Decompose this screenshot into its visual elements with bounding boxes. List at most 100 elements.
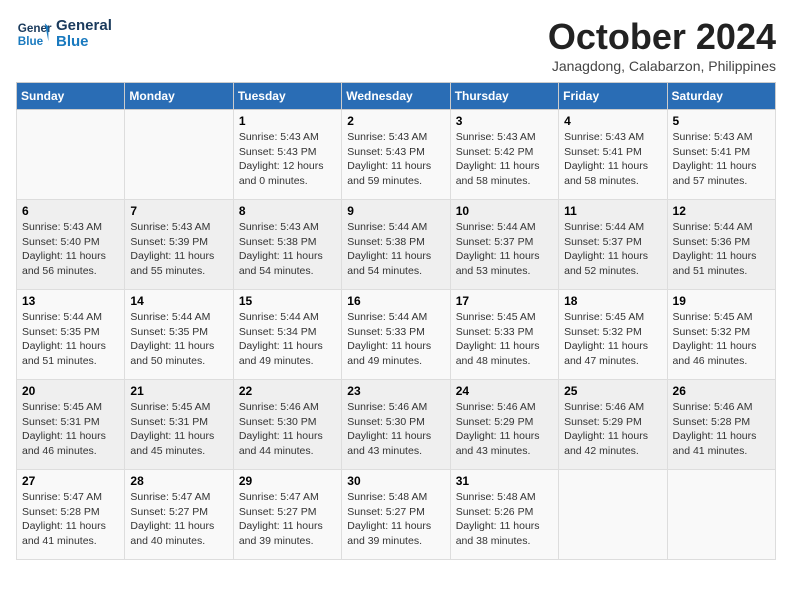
- day-number: 11: [564, 204, 661, 218]
- day-number: 27: [22, 474, 119, 488]
- calendar-cell: 5 Sunrise: 5:43 AM Sunset: 5:41 PM Daylig…: [667, 110, 775, 200]
- calendar-cell: 20 Sunrise: 5:45 AM Sunset: 5:31 PM Dayli…: [17, 380, 125, 470]
- calendar-cell: 15 Sunrise: 5:44 AM Sunset: 5:34 PM Dayli…: [233, 290, 341, 380]
- day-number: 3: [456, 114, 553, 128]
- day-info: Sunrise: 5:44 AM Sunset: 5:35 PM Dayligh…: [130, 310, 227, 369]
- day-info: Sunrise: 5:44 AM Sunset: 5:34 PM Dayligh…: [239, 310, 336, 369]
- calendar-cell: 9 Sunrise: 5:44 AM Sunset: 5:38 PM Daylig…: [342, 200, 450, 290]
- weekday-header-friday: Friday: [559, 83, 667, 110]
- calendar-cell: 3Sunrise: 5:43 AM Sunset: 5:42 PM Daylig…: [450, 110, 558, 200]
- calendar-cell: 27 Sunrise: 5:47 AM Sunset: 5:28 PM Dayli…: [17, 470, 125, 560]
- day-info: Sunrise: 5:47 AM Sunset: 5:27 PM Dayligh…: [130, 490, 227, 549]
- day-number: 4: [564, 114, 661, 128]
- day-info: Sunrise: 5:44 AM Sunset: 5:37 PM Dayligh…: [564, 220, 661, 279]
- calendar-cell: 22Sunrise: 5:46 AM Sunset: 5:30 PM Dayli…: [233, 380, 341, 470]
- calendar-cell: [667, 470, 775, 560]
- day-info: Sunrise: 5:47 AM Sunset: 5:28 PM Dayligh…: [22, 490, 119, 549]
- weekday-header-wednesday: Wednesday: [342, 83, 450, 110]
- day-number: 7: [130, 204, 227, 218]
- weekday-header-tuesday: Tuesday: [233, 83, 341, 110]
- day-number: 20: [22, 384, 119, 398]
- day-number: 26: [673, 384, 770, 398]
- day-number: 17: [456, 294, 553, 308]
- day-number: 14: [130, 294, 227, 308]
- day-info: Sunrise: 5:44 AM Sunset: 5:38 PM Dayligh…: [347, 220, 444, 279]
- svg-text:Blue: Blue: [18, 35, 44, 48]
- logo-blue: Blue: [56, 34, 112, 51]
- calendar-cell: 8 Sunrise: 5:43 AM Sunset: 5:38 PM Daylig…: [233, 200, 341, 290]
- weekday-header-saturday: Saturday: [667, 83, 775, 110]
- day-info: Sunrise: 5:43 AM Sunset: 5:41 PM Dayligh…: [673, 130, 770, 189]
- day-number: 18: [564, 294, 661, 308]
- calendar-cell: 26Sunrise: 5:46 AM Sunset: 5:28 PM Dayli…: [667, 380, 775, 470]
- calendar-cell: 31 Sunrise: 5:48 AM Sunset: 5:26 PM Dayli…: [450, 470, 558, 560]
- weekday-header-thursday: Thursday: [450, 83, 558, 110]
- day-info: Sunrise: 5:43 AM Sunset: 5:41 PM Dayligh…: [564, 130, 661, 189]
- day-info: Sunrise: 5:47 AM Sunset: 5:27 PM Dayligh…: [239, 490, 336, 549]
- month-title: October 2024: [548, 16, 776, 58]
- calendar-cell: [559, 470, 667, 560]
- calendar-cell: 23 Sunrise: 5:46 AM Sunset: 5:30 PM Dayli…: [342, 380, 450, 470]
- calendar-cell: 29 Sunrise: 5:47 AM Sunset: 5:27 PM Dayli…: [233, 470, 341, 560]
- day-info: Sunrise: 5:48 AM Sunset: 5:26 PM Dayligh…: [456, 490, 553, 549]
- day-info: Sunrise: 5:43 AM Sunset: 5:38 PM Dayligh…: [239, 220, 336, 279]
- day-number: 1: [239, 114, 336, 128]
- day-info: Sunrise: 5:43 AM Sunset: 5:39 PM Dayligh…: [130, 220, 227, 279]
- day-number: 16: [347, 294, 444, 308]
- logo-icon: General Blue: [16, 16, 52, 52]
- calendar-cell: 24Sunrise: 5:46 AM Sunset: 5:29 PM Dayli…: [450, 380, 558, 470]
- day-info: Sunrise: 5:44 AM Sunset: 5:37 PM Dayligh…: [456, 220, 553, 279]
- day-info: Sunrise: 5:45 AM Sunset: 5:31 PM Dayligh…: [130, 400, 227, 459]
- day-info: Sunrise: 5:48 AM Sunset: 5:27 PM Dayligh…: [347, 490, 444, 549]
- day-info: Sunrise: 5:45 AM Sunset: 5:31 PM Dayligh…: [22, 400, 119, 459]
- day-number: 24: [456, 384, 553, 398]
- day-number: 15: [239, 294, 336, 308]
- day-number: 8: [239, 204, 336, 218]
- day-number: 31: [456, 474, 553, 488]
- day-number: 28: [130, 474, 227, 488]
- calendar-cell: 19 Sunrise: 5:45 AM Sunset: 5:32 PM Dayli…: [667, 290, 775, 380]
- day-number: 23: [347, 384, 444, 398]
- page-header: General Blue General Blue October 2024 J…: [16, 16, 776, 74]
- calendar-cell: 13Sunrise: 5:44 AM Sunset: 5:35 PM Dayli…: [17, 290, 125, 380]
- day-number: 10: [456, 204, 553, 218]
- day-info: Sunrise: 5:44 AM Sunset: 5:36 PM Dayligh…: [673, 220, 770, 279]
- calendar-cell: 30 Sunrise: 5:48 AM Sunset: 5:27 PM Dayli…: [342, 470, 450, 560]
- weekday-header-monday: Monday: [125, 83, 233, 110]
- day-info: Sunrise: 5:46 AM Sunset: 5:30 PM Dayligh…: [239, 400, 336, 459]
- calendar-cell: 1 Sunrise: 5:43 AM Sunset: 5:43 PM Daylig…: [233, 110, 341, 200]
- location: Janagdong, Calabarzon, Philippines: [548, 58, 776, 74]
- day-number: 21: [130, 384, 227, 398]
- calendar-table: SundayMondayTuesdayWednesdayThursdayFrid…: [16, 82, 776, 560]
- calendar-cell: 17 Sunrise: 5:45 AM Sunset: 5:33 PM Dayli…: [450, 290, 558, 380]
- day-number: 29: [239, 474, 336, 488]
- calendar-cell: 11 Sunrise: 5:44 AM Sunset: 5:37 PM Dayli…: [559, 200, 667, 290]
- day-info: Sunrise: 5:43 AM Sunset: 5:40 PM Dayligh…: [22, 220, 119, 279]
- calendar-cell: [125, 110, 233, 200]
- day-number: 5: [673, 114, 770, 128]
- day-info: Sunrise: 5:45 AM Sunset: 5:33 PM Dayligh…: [456, 310, 553, 369]
- calendar-cell: 4 Sunrise: 5:43 AM Sunset: 5:41 PM Daylig…: [559, 110, 667, 200]
- calendar-cell: 6Sunrise: 5:43 AM Sunset: 5:40 PM Daylig…: [17, 200, 125, 290]
- day-info: Sunrise: 5:45 AM Sunset: 5:32 PM Dayligh…: [673, 310, 770, 369]
- calendar-cell: 28 Sunrise: 5:47 AM Sunset: 5:27 PM Dayli…: [125, 470, 233, 560]
- calendar-cell: 10 Sunrise: 5:44 AM Sunset: 5:37 PM Dayli…: [450, 200, 558, 290]
- calendar-cell: 12Sunrise: 5:44 AM Sunset: 5:36 PM Dayli…: [667, 200, 775, 290]
- calendar-cell: 21 Sunrise: 5:45 AM Sunset: 5:31 PM Dayli…: [125, 380, 233, 470]
- day-number: 13: [22, 294, 119, 308]
- day-number: 19: [673, 294, 770, 308]
- day-number: 9: [347, 204, 444, 218]
- day-number: 30: [347, 474, 444, 488]
- logo-general: General: [56, 18, 112, 35]
- day-info: Sunrise: 5:45 AM Sunset: 5:32 PM Dayligh…: [564, 310, 661, 369]
- day-info: Sunrise: 5:46 AM Sunset: 5:29 PM Dayligh…: [564, 400, 661, 459]
- calendar-cell: [17, 110, 125, 200]
- calendar-cell: 2Sunrise: 5:43 AM Sunset: 5:43 PM Daylig…: [342, 110, 450, 200]
- day-info: Sunrise: 5:46 AM Sunset: 5:30 PM Dayligh…: [347, 400, 444, 459]
- title-block: October 2024 Janagdong, Calabarzon, Phil…: [548, 16, 776, 74]
- day-info: Sunrise: 5:43 AM Sunset: 5:43 PM Dayligh…: [239, 130, 336, 189]
- day-number: 25: [564, 384, 661, 398]
- calendar-cell: 25 Sunrise: 5:46 AM Sunset: 5:29 PM Dayli…: [559, 380, 667, 470]
- calendar-cell: 7 Sunrise: 5:43 AM Sunset: 5:39 PM Daylig…: [125, 200, 233, 290]
- calendar-cell: 16Sunrise: 5:44 AM Sunset: 5:33 PM Dayli…: [342, 290, 450, 380]
